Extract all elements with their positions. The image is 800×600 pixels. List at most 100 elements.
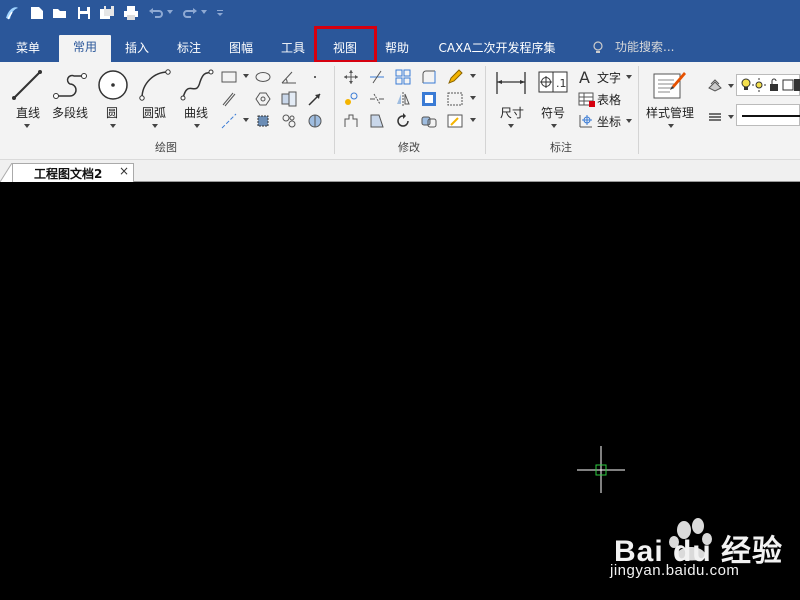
offset-icon[interactable]: [342, 112, 360, 130]
undo-icon[interactable]: [147, 4, 165, 22]
customize-qat-icon[interactable]: [215, 8, 233, 26]
watermark-url: jingyan.baidu.com: [610, 562, 740, 579]
pen-edit-dropdown-icon[interactable]: [470, 74, 476, 78]
stretch-icon[interactable]: [446, 90, 464, 108]
coordinate-icon[interactable]: [577, 112, 595, 130]
tab-dev-tools[interactable]: CAXA二次开发程序集: [430, 36, 564, 62]
symbol-label: 符号: [541, 106, 566, 120]
save-all-icon[interactable]: [98, 4, 116, 22]
text-dropdown-icon[interactable]: [626, 75, 632, 79]
point-icon[interactable]: [306, 68, 324, 86]
tab-help[interactable]: 帮助: [378, 36, 416, 62]
rectangle-dropdown-icon[interactable]: [243, 74, 249, 78]
layer-state-icons: [741, 78, 800, 92]
hatch-icon[interactable]: [280, 90, 298, 108]
style-manage-icon: [653, 72, 686, 99]
coordinate-label[interactable]: 坐标: [597, 113, 621, 130]
centerline-dropdown-icon[interactable]: [243, 118, 249, 122]
ellipse-icon[interactable]: [254, 68, 272, 86]
crosshair-cursor: [577, 446, 625, 493]
curve-button[interactable]: 曲线: [180, 68, 214, 128]
pen-edit-icon[interactable]: [446, 68, 464, 86]
tab-home[interactable]: 常用: [59, 35, 111, 62]
arrow-icon[interactable]: [306, 90, 324, 108]
document-tab[interactable]: 工程图文档2 ×: [12, 163, 134, 183]
layer-tool-dropdown-icon[interactable]: [728, 84, 734, 88]
mirror-icon[interactable]: [394, 90, 412, 108]
linetype-list-icon[interactable]: [706, 108, 724, 126]
polyline-button[interactable]: 多段线: [52, 68, 88, 120]
tab-insert[interactable]: 插入: [118, 36, 156, 62]
tab-menu[interactable]: 菜单: [8, 36, 48, 62]
properties-icon[interactable]: [446, 112, 464, 130]
copy-icon[interactable]: [342, 90, 360, 108]
angle-line-icon[interactable]: [280, 68, 298, 86]
feature-search-input[interactable]: 功能搜索...: [615, 38, 674, 55]
app-logo-icon[interactable]: [3, 4, 21, 22]
group-separator: [638, 66, 639, 154]
table-label[interactable]: 表格: [597, 91, 621, 108]
arc-dropdown-icon: [152, 124, 158, 128]
parallel-line-icon[interactable]: [220, 90, 238, 108]
tab-frame[interactable]: 图幅: [222, 36, 260, 62]
modify-group-label: 修改: [398, 141, 420, 154]
line-label: 直线: [16, 106, 41, 120]
pattern-icon[interactable]: [280, 112, 298, 130]
style-manage-label: 样式管理: [646, 106, 695, 120]
symbol-button[interactable]: .1 符号: [537, 68, 569, 128]
line-button[interactable]: 直线: [10, 68, 44, 128]
symbol-icon: .1: [538, 71, 568, 93]
save-icon[interactable]: [75, 4, 93, 22]
tab-tools[interactable]: 工具: [274, 36, 312, 62]
scale-icon[interactable]: [420, 90, 438, 108]
ribbon-tab-bar: 菜单 常用 插入 标注 图幅 工具 视图 帮助 CAXA二次开发程序集: [0, 28, 800, 62]
dimension-icon: [496, 72, 526, 94]
tab-annotate[interactable]: 标注: [170, 36, 208, 62]
open-folder-icon[interactable]: [51, 4, 69, 22]
linetype-preview: [742, 115, 800, 117]
polygon-icon[interactable]: [254, 90, 272, 108]
table-icon[interactable]: [577, 90, 595, 108]
svg-text:A: A: [579, 68, 590, 86]
text-icon[interactable]: A: [577, 68, 595, 86]
draw-group-label: 绘图: [155, 141, 177, 154]
style-manage-button[interactable]: 样式管理: [646, 68, 694, 128]
move-icon[interactable]: [342, 68, 360, 86]
fill-icon[interactable]: [306, 112, 324, 130]
layer-tool-icon[interactable]: [706, 76, 724, 94]
chamfer-icon[interactable]: [368, 112, 386, 130]
close-tab-icon[interactable]: ×: [119, 164, 129, 178]
style-manage-dropdown-icon: [668, 124, 674, 128]
symbol-dropdown-icon: [551, 124, 557, 128]
text-label[interactable]: 文字: [597, 69, 621, 86]
layer-select[interactable]: [736, 74, 800, 96]
stretch-dropdown-icon[interactable]: [470, 96, 476, 100]
centerline-icon[interactable]: [220, 112, 238, 130]
arc-icon: [139, 69, 171, 101]
coordinate-dropdown-icon[interactable]: [626, 119, 632, 123]
fillet-icon[interactable]: [420, 68, 438, 86]
new-file-icon[interactable]: [28, 4, 46, 22]
print-icon[interactable]: [122, 4, 140, 22]
circle-button[interactable]: 圆: [96, 68, 130, 128]
arc-button[interactable]: 圆弧: [138, 68, 172, 128]
group-separator: [334, 66, 335, 154]
redo-icon[interactable]: [181, 4, 199, 22]
annotate-group-label: 标注: [550, 141, 572, 154]
linetype-select[interactable]: [736, 104, 800, 126]
rotate-icon[interactable]: [394, 112, 412, 130]
array-icon[interactable]: [394, 68, 412, 86]
circle-icon: [98, 70, 128, 100]
properties-dropdown-icon[interactable]: [470, 118, 476, 122]
curve-icon: [180, 69, 214, 101]
polyline-label: 多段线: [52, 106, 89, 120]
dimension-button[interactable]: 尺寸: [494, 68, 528, 128]
linetype-dropdown-icon[interactable]: [728, 115, 734, 119]
trim-icon[interactable]: [368, 68, 386, 86]
explode-icon[interactable]: [420, 112, 438, 130]
region-icon[interactable]: [254, 112, 272, 130]
lightbulb-icon[interactable]: [592, 40, 604, 59]
document-tab-title: 工程图文档2: [34, 167, 103, 181]
break-icon[interactable]: [368, 90, 386, 108]
rectangle-icon[interactable]: [220, 68, 238, 86]
